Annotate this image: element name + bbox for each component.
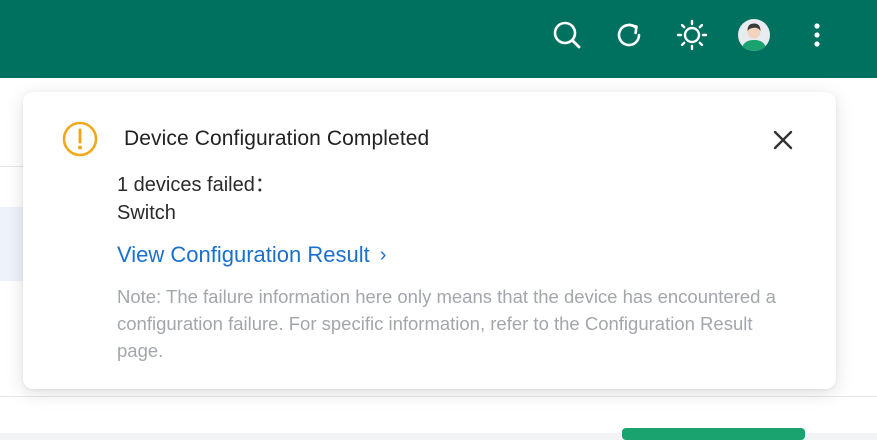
brightness-icon[interactable] (674, 17, 710, 53)
primary-button-partial[interactable] (622, 428, 805, 440)
configuration-notification: Device Configuration Completed 1 devices… (23, 92, 836, 389)
notification-title: Device Configuration Completed (124, 127, 430, 150)
note-text: Note: The failure information here only … (117, 286, 776, 361)
avatar[interactable] (736, 17, 772, 53)
selected-row-highlight (0, 207, 24, 281)
chevron-right-icon: › (379, 243, 387, 266)
refresh-icon[interactable] (611, 17, 647, 53)
more-vertical-icon[interactable] (799, 17, 835, 53)
search-icon[interactable] (549, 17, 585, 53)
failed-count-label: 1 devices failed： (117, 174, 275, 196)
view-configuration-result-link[interactable]: View Configuration Result › (117, 242, 386, 268)
failed-device-name: Switch (117, 202, 176, 224)
warning-icon (62, 121, 98, 157)
close-icon[interactable] (768, 125, 798, 155)
link-label: View Configuration Result (117, 242, 370, 267)
divider (0, 396, 877, 397)
top-header-bar (0, 0, 877, 78)
